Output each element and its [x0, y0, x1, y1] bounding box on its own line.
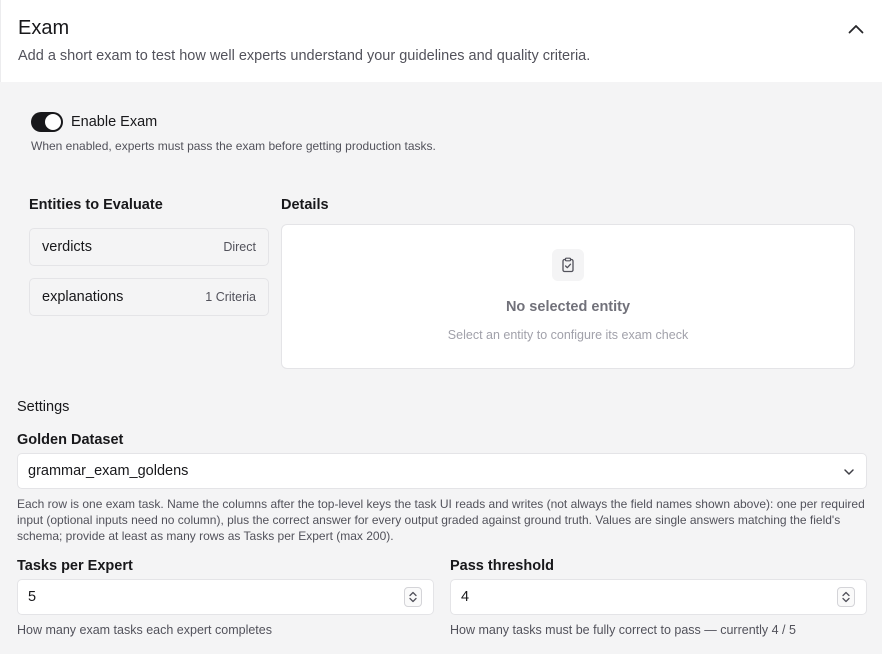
golden-dataset-select[interactable]: grammar_exam_goldens: [17, 453, 867, 489]
golden-dataset-help: Each row is one exam task. Name the colu…: [17, 497, 865, 543]
enable-exam-label: Enable Exam: [71, 114, 158, 130]
tasks-per-expert-input[interactable]: [17, 579, 434, 615]
details-heading: Details: [281, 197, 329, 213]
chevron-down-icon: [844, 469, 854, 475]
settings-heading: Settings: [17, 399, 70, 415]
up-down-stepper-icon: [409, 591, 417, 603]
tasks-per-expert-stepper[interactable]: [404, 587, 422, 607]
details-empty-help: Select an entity to configure its exam c…: [447, 328, 689, 342]
entity-name: explanations: [42, 289, 124, 305]
section-title: Exam: [18, 17, 70, 39]
details-empty-title: No selected entity: [505, 299, 631, 315]
collapse-button[interactable]: [843, 18, 869, 40]
details-panel: No selected entity Select an entity to c…: [281, 224, 855, 369]
golden-dataset-label: Golden Dataset: [17, 432, 124, 448]
pass-threshold-stepper[interactable]: [837, 587, 855, 607]
toggle-knob: [45, 114, 61, 130]
pass-threshold-label: Pass threshold: [450, 558, 554, 574]
entity-item-verdicts[interactable]: verdicts Direct: [29, 228, 269, 266]
chevron-up-icon: [848, 25, 864, 34]
clipboard-check-icon: [562, 257, 574, 273]
pass-threshold-help: How many tasks must be fully correct to …: [450, 623, 796, 637]
up-down-stepper-icon: [842, 591, 850, 603]
details-empty-icon-wrap: [552, 249, 584, 281]
section-subtitle: Add a short exam to test how well expert…: [18, 48, 591, 64]
golden-dataset-value: grammar_exam_goldens: [28, 463, 189, 479]
enable-exam-toggle[interactable]: [31, 112, 63, 132]
entity-name: verdicts: [42, 239, 92, 255]
tasks-per-expert-help: How many exam tasks each expert complete…: [17, 623, 272, 637]
exam-section-header: Exam Add a short exam to test how well e…: [0, 0, 882, 82]
entities-heading: Entities to Evaluate: [29, 197, 163, 213]
tasks-per-expert-label: Tasks per Expert: [17, 558, 133, 574]
entity-item-explanations[interactable]: explanations 1 Criteria: [29, 278, 269, 316]
pass-threshold-input[interactable]: [450, 579, 867, 615]
entity-tag: 1 Criteria: [205, 290, 256, 304]
entity-tag: Direct: [223, 240, 256, 254]
enable-exam-help: When enabled, experts must pass the exam…: [31, 139, 436, 153]
